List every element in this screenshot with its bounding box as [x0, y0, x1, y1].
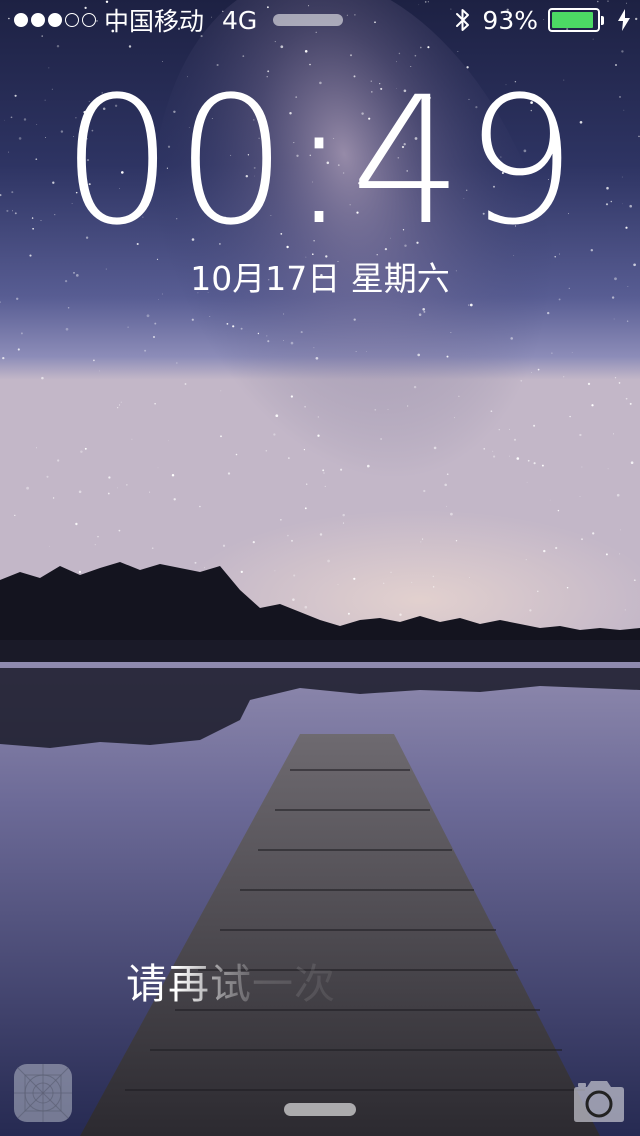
control-center-icon[interactable] — [14, 1064, 72, 1122]
lock-screen-date: 10月17日 星期六 — [190, 259, 450, 298]
status-bar: 中国移动 4G 93% — [0, 0, 640, 40]
bluetooth-icon — [456, 9, 470, 31]
network-type: 4G — [222, 5, 258, 35]
battery-icon — [548, 8, 604, 32]
lock-screen-clock: 00:49 — [0, 74, 640, 250]
charging-bolt-icon — [618, 9, 630, 31]
notification-center-grabber[interactable] — [273, 14, 344, 26]
home-grabber[interactable] — [284, 1103, 356, 1116]
camera-icon[interactable] — [570, 1078, 628, 1124]
time-text: 00:49 — [61, 59, 579, 264]
battery-level-fill — [552, 12, 593, 28]
carrier-name: 中国移动 — [104, 7, 205, 36]
battery-percentage: 93% — [482, 5, 538, 35]
retry-message: 请再试一次 — [126, 950, 336, 1010]
signal-strength-icon — [14, 13, 96, 27]
